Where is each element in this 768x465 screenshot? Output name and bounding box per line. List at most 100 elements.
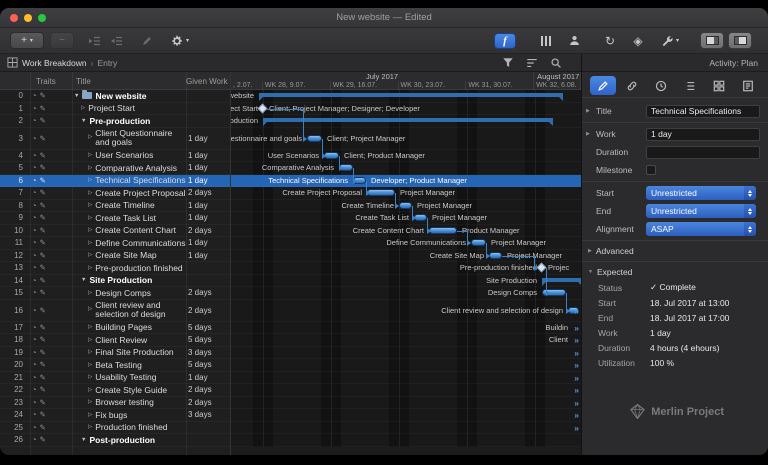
outline-row[interactable]: 14◔✎▼Site Production: [0, 275, 230, 288]
settings-button[interactable]: ▾: [164, 32, 196, 49]
search-button[interactable]: [550, 57, 562, 69]
disclosure-icon[interactable]: ▷: [88, 215, 92, 221]
outline-row[interactable]: 23◔✎▷Browser testing2 days: [0, 397, 230, 410]
gantt-row[interactable]: [231, 434, 581, 447]
disclosure-icon[interactable]: ▷: [88, 133, 92, 143]
gantt-row[interactable]: Buildin»: [231, 322, 581, 335]
disclosure-icon[interactable]: ▷: [88, 190, 92, 196]
gantt-row[interactable]: »: [231, 359, 581, 372]
outline-row[interactable]: 11◔✎▷Define Communications1 day: [0, 237, 230, 250]
outline-row[interactable]: 7◔✎▷Create Project Proposal2 days: [0, 187, 230, 200]
gantt-bar[interactable]: [489, 252, 502, 259]
disclosure-icon[interactable]: ▷: [88, 324, 92, 330]
view-options-button[interactable]: [526, 57, 538, 69]
disclosure-icon[interactable]: ▷: [88, 240, 92, 246]
outline-row[interactable]: 8◔✎▷Create Timeline1 day: [0, 200, 230, 213]
indent-button[interactable]: [106, 32, 126, 49]
gantt-row[interactable]: »: [231, 397, 581, 410]
disclosure-icon[interactable]: ▷: [88, 227, 92, 233]
gantt-row[interactable]: Technical SpecificationsDeveloper; Produ…: [231, 175, 581, 188]
disclosure-icon[interactable]: ▷: [88, 305, 92, 315]
gantt-bar[interactable]: [324, 152, 339, 159]
col-header-traits[interactable]: Traits: [36, 77, 56, 86]
outdent-button[interactable]: [84, 32, 104, 49]
disclosure-icon[interactable]: ▷: [88, 362, 92, 368]
disclosure-icon[interactable]: ▷: [88, 374, 92, 380]
gantt-bar[interactable]: [367, 189, 395, 196]
outline-row[interactable]: 20◔✎▷Beta Testing5 days: [0, 359, 230, 372]
gantt-row[interactable]: »: [231, 409, 581, 422]
expected-section-header[interactable]: ▼ Expected: [582, 264, 768, 280]
disclosure-icon[interactable]: ▷: [88, 290, 92, 296]
outline-row[interactable]: 12◔✎▷Create Site Map1 day: [0, 250, 230, 263]
gantt-row[interactable]: Client review and selection of design»: [231, 300, 581, 322]
breadcrumb-root[interactable]: Work Breakdown: [22, 58, 87, 68]
disclosure-icon[interactable]: ▶: [586, 108, 592, 114]
library-button[interactable]: [534, 32, 558, 49]
add-activity-button[interactable]: + ▾: [10, 32, 44, 49]
outline-row[interactable]: 19◔✎▷Final Site Production3 days: [0, 347, 230, 360]
merlin-server-button[interactable]: ◈: [626, 32, 650, 49]
gantt-row[interactable]: Define CommunicationsProject Manager: [231, 237, 581, 250]
gantt-row[interactable]: Create TimelineProject Manager: [231, 200, 581, 213]
disclosure-icon[interactable]: ▷: [88, 252, 92, 258]
col-header-title[interactable]: Title: [76, 77, 91, 86]
disclosure-icon[interactable]: ▷: [88, 337, 92, 343]
breadcrumb-current[interactable]: Entry: [97, 58, 117, 68]
disclosure-icon[interactable]: ▼: [81, 118, 86, 124]
outline-row[interactable]: 6◔✎▷Technical Specifications1 day: [0, 175, 230, 188]
outline-row[interactable]: 1◔✎▷Project Start: [0, 103, 230, 116]
tools-button[interactable]: ▾: [654, 32, 686, 49]
outline-row[interactable]: 0◔✎▼New website: [0, 90, 230, 103]
alignment-select[interactable]: ASAP: [646, 222, 756, 236]
disclosure-icon[interactable]: ▷: [88, 349, 92, 355]
gantt-summary-bar[interactable]: [542, 278, 581, 282]
disclosure-icon[interactable]: ▷: [88, 265, 92, 271]
gantt-row[interactable]: »: [231, 347, 581, 360]
disclosure-icon[interactable]: ▷: [88, 165, 92, 171]
gantt-bar[interactable]: [471, 239, 486, 246]
duration-field[interactable]: [646, 146, 760, 159]
minimize-window-button[interactable]: [24, 14, 32, 22]
tab-groups[interactable]: [706, 76, 732, 95]
gantt-row[interactable]: Client»: [231, 334, 581, 347]
disclosure-icon[interactable]: ▼: [81, 437, 86, 443]
tab-finance[interactable]: [677, 76, 703, 95]
disclosure-icon[interactable]: ▼: [74, 93, 79, 99]
start-constraint-select[interactable]: Unrestricted: [646, 186, 756, 200]
disclosure-icon[interactable]: ▷: [81, 105, 85, 111]
gantt-row[interactable]: »: [231, 422, 581, 435]
outline-row[interactable]: 17◔✎▷Building Pages5 days: [0, 322, 230, 335]
outline-row[interactable]: 10◔✎▷Create Content Chart2 days: [0, 225, 230, 238]
edit-button[interactable]: [136, 32, 158, 49]
disclosure-icon[interactable]: ▶: [586, 131, 592, 137]
gantt-row[interactable]: Comparative Analysis: [231, 162, 581, 175]
outline-row[interactable]: 5◔✎▷Comparative Analysis1 day: [0, 162, 230, 175]
disclosure-icon[interactable]: ▷: [88, 424, 92, 430]
toggle-details-button[interactable]: [728, 32, 752, 49]
gantt-bar[interactable]: [399, 202, 412, 209]
gantt-row[interactable]: Create Content ChartProduct Manager: [231, 225, 581, 238]
gantt-bar[interactable]: [307, 135, 322, 142]
outline-row[interactable]: 4◔✎▷User Scenarios1 day: [0, 150, 230, 163]
tab-plan[interactable]: [590, 76, 616, 95]
title-field[interactable]: Technical Specifications: [646, 105, 760, 118]
disclosure-icon[interactable]: ▷: [88, 202, 92, 208]
gantt-row[interactable]: »: [231, 372, 581, 385]
outline-row[interactable]: 2◔✎▼Pre-production: [0, 115, 230, 128]
disclosure-icon[interactable]: ▷: [88, 177, 92, 183]
toggle-inspector-button[interactable]: [700, 32, 724, 49]
delete-activity-button[interactable]: −: [50, 32, 74, 49]
gantt-row[interactable]: Site Production: [231, 275, 581, 288]
col-header-work[interactable]: Given Work: [186, 77, 228, 86]
milestone-checkbox[interactable]: [646, 165, 656, 175]
disclosure-icon[interactable]: ▷: [88, 399, 92, 405]
outline-row[interactable]: 18◔✎▷Client Review5 days: [0, 334, 230, 347]
outline-row[interactable]: 15◔✎▷Design Comps2 days: [0, 287, 230, 300]
gantt-summary-bar[interactable]: [263, 118, 553, 122]
disclosure-icon[interactable]: ▷: [88, 152, 92, 158]
gantt-bar[interactable]: [429, 227, 457, 234]
gantt-milestone[interactable]: [537, 263, 547, 273]
outline-row[interactable]: 25◔✎▷Production finished: [0, 422, 230, 435]
style-format-button[interactable]: f: [494, 33, 516, 49]
